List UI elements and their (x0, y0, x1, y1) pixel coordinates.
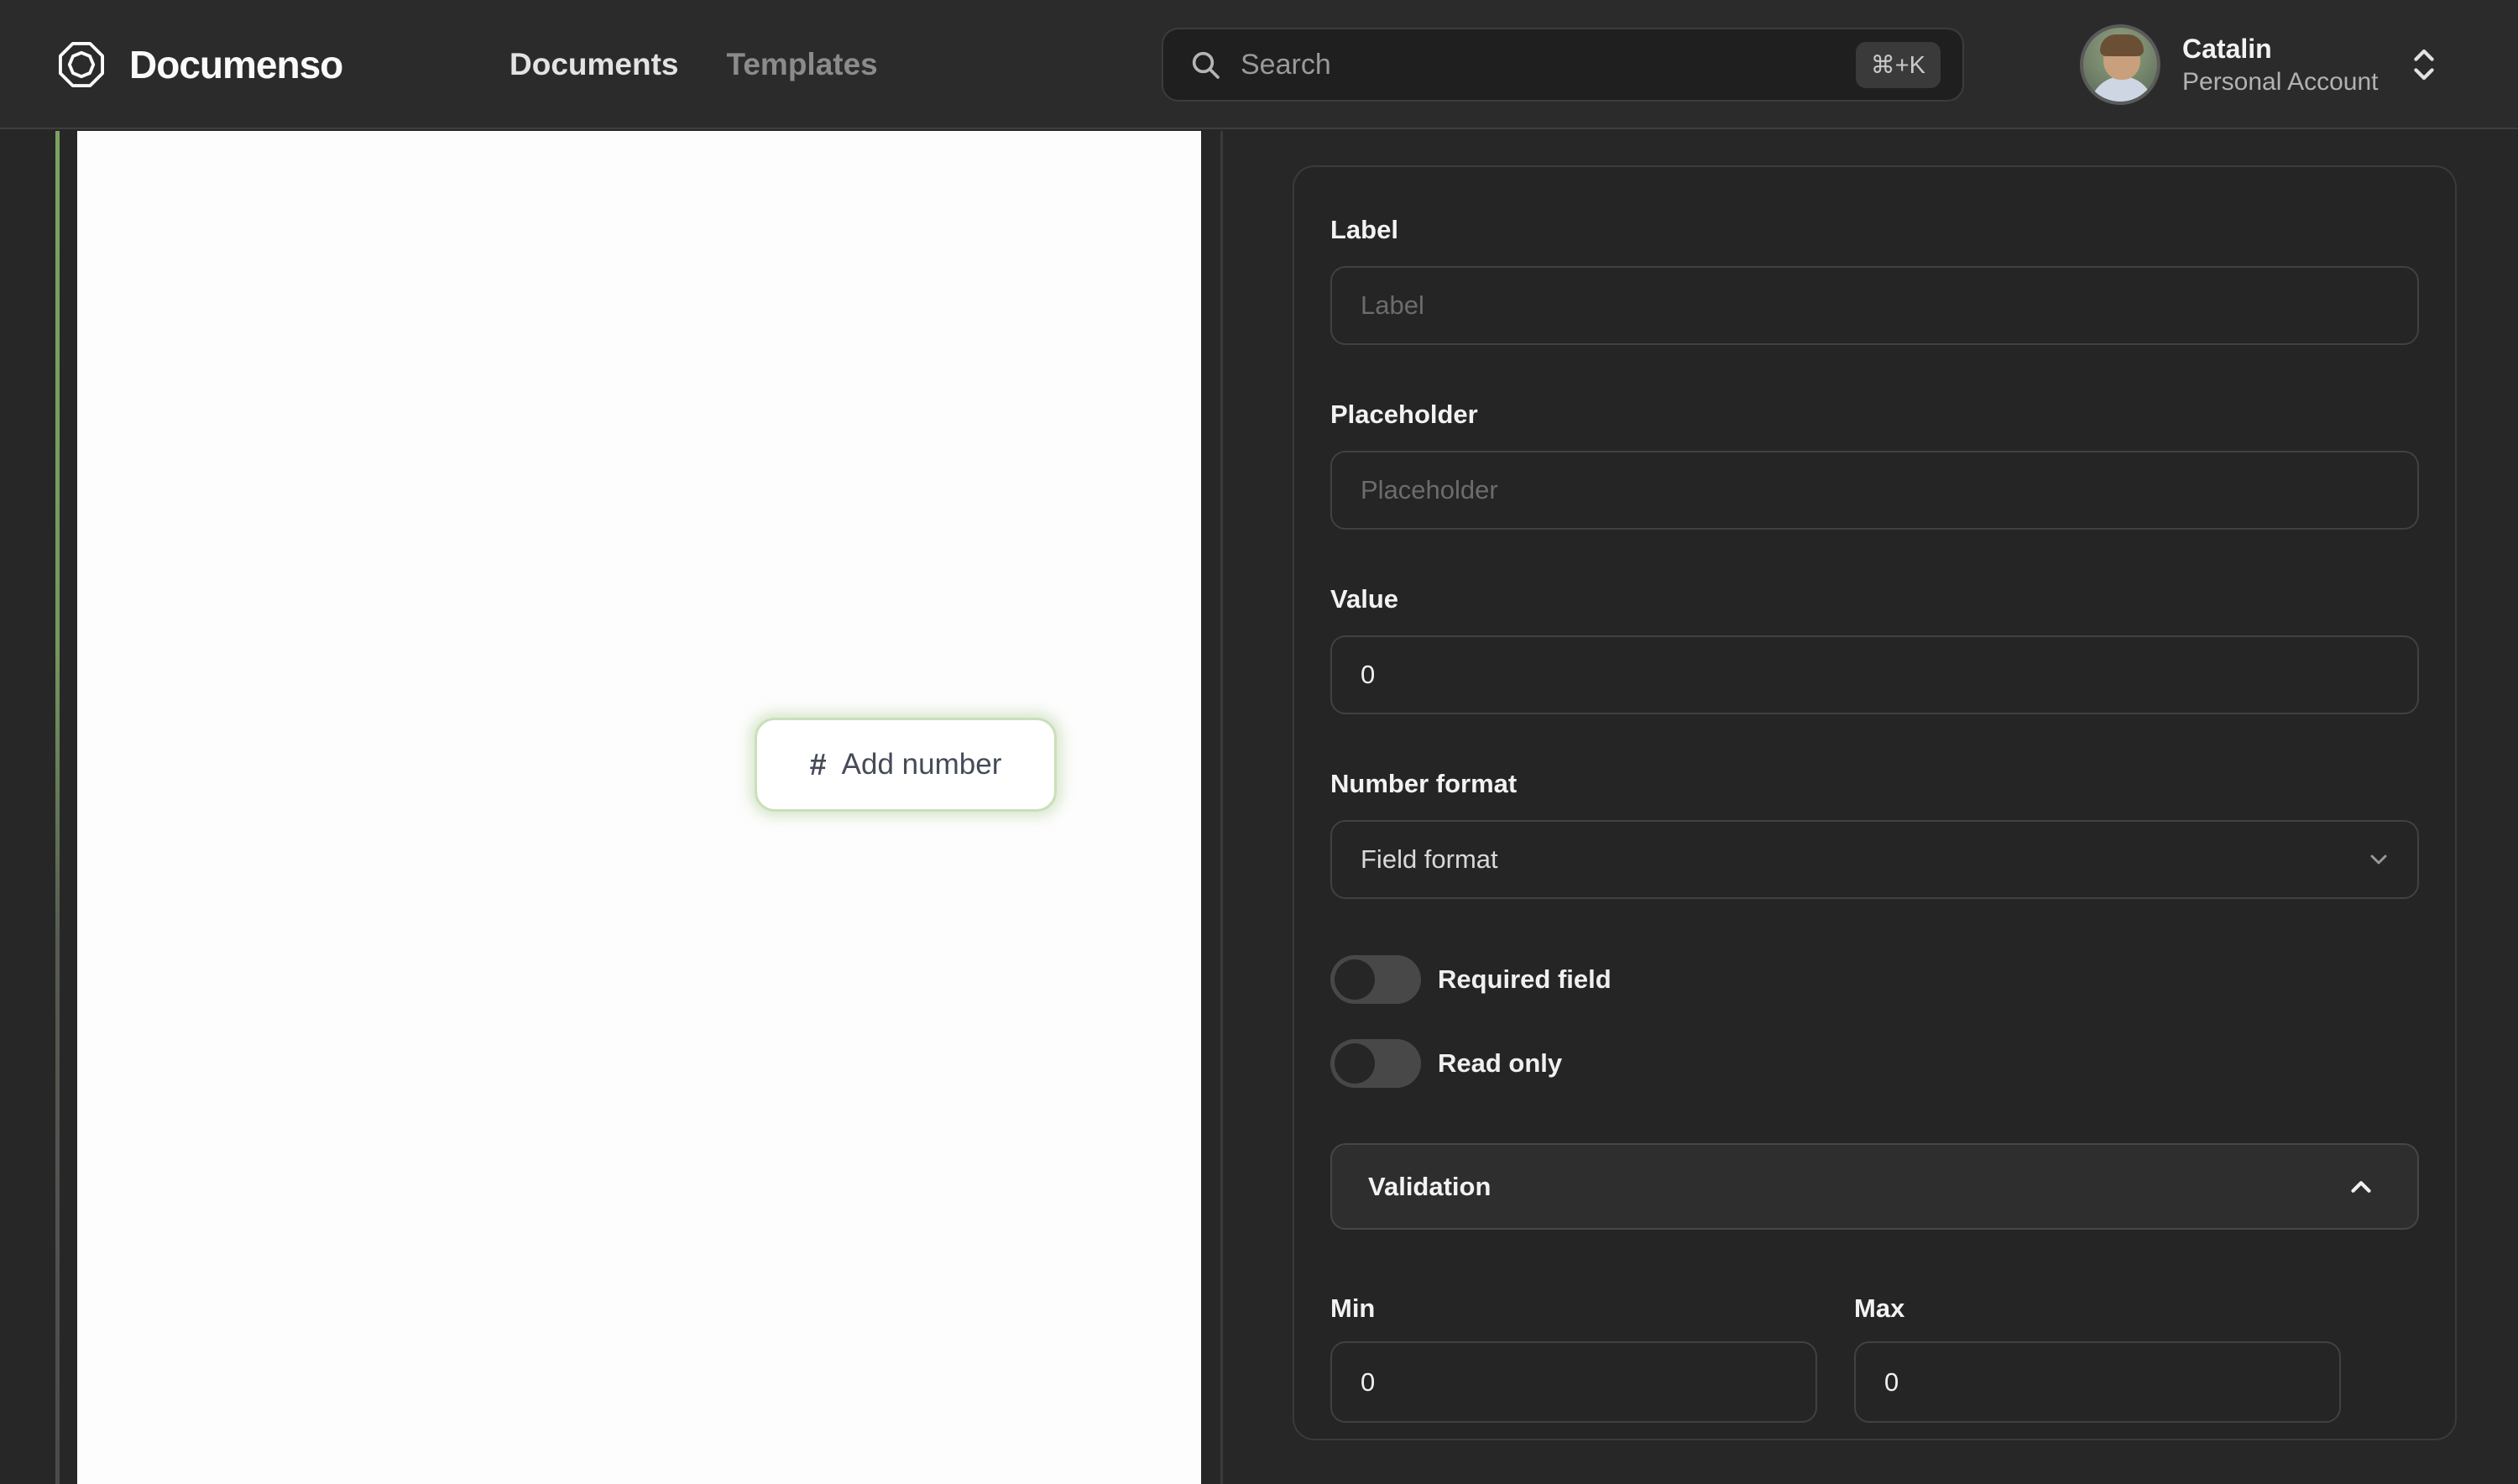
validation-heading: Validation (1368, 1171, 1491, 1201)
label-heading: Label (1330, 215, 1398, 244)
chevron-up-icon (2345, 1171, 2377, 1203)
value-heading: Value (1330, 584, 1398, 614)
field-format-select[interactable]: Field format (1330, 820, 2419, 899)
field-format-selected-value: Field format (1361, 844, 1498, 874)
min-heading: Min (1330, 1293, 1376, 1323)
account-type: Personal Account (2182, 67, 2379, 96)
account-name: Catalin (2182, 33, 2272, 64)
account-text: Catalin Personal Account (2182, 34, 2378, 97)
validation-section-toggle[interactable]: Validation (1330, 1143, 2419, 1230)
max-input[interactable] (1854, 1341, 2341, 1423)
brand-name: Documenso (129, 43, 343, 86)
placeholder-input[interactable] (1330, 451, 2419, 530)
min-input[interactable] (1330, 1341, 1817, 1423)
label-input[interactable] (1330, 266, 2419, 345)
add-number-label: Add number (841, 748, 1002, 781)
hash-icon: # (809, 747, 827, 781)
search-icon (1188, 48, 1222, 81)
nav-link-documents[interactable]: Documents (509, 47, 678, 82)
brand[interactable]: Documenso (55, 0, 343, 129)
top-navbar: Documenso Documents Templates Search ⌘+K… (0, 0, 2518, 129)
value-input[interactable] (1330, 635, 2419, 714)
read-only-label: Read only (1438, 1048, 1563, 1078)
add-number-field-button[interactable]: # Add number (755, 718, 1057, 812)
chevron-up-down-icon (2410, 44, 2438, 85)
read-only-toggle[interactable] (1330, 1039, 1421, 1088)
required-field-label: Required field (1438, 964, 1612, 994)
avatar (2080, 24, 2160, 105)
placeholder-heading: Placeholder (1330, 400, 1478, 429)
progress-rail (55, 131, 60, 1484)
field-settings-panel: Label Placeholder Value Number format Fi… (1293, 165, 2457, 1440)
number-format-heading: Number format (1330, 769, 1518, 798)
search-input[interactable]: Search ⌘+K (1162, 28, 1964, 102)
required-field-row: Required field (1330, 955, 2419, 1004)
max-heading: Max (1854, 1293, 1905, 1323)
search-placeholder: Search (1241, 48, 1331, 81)
minmax-row: Min Max (1330, 1293, 2419, 1423)
max-column: Max (1854, 1293, 2341, 1423)
read-only-row: Read only (1330, 1039, 2419, 1088)
account-menu[interactable]: Catalin Personal Account (2080, 0, 2438, 129)
required-field-toggle[interactable] (1330, 955, 1421, 1004)
nav-link-templates[interactable]: Templates (726, 47, 877, 82)
search-shortcut-badge: ⌘+K (1855, 41, 1941, 88)
min-column: Min (1330, 1293, 1817, 1423)
documenso-logo-icon (55, 39, 107, 91)
nav-links: Documents Templates (509, 0, 878, 129)
document-panel-divider (1220, 131, 1223, 1484)
chevron-down-icon (2365, 846, 2392, 873)
